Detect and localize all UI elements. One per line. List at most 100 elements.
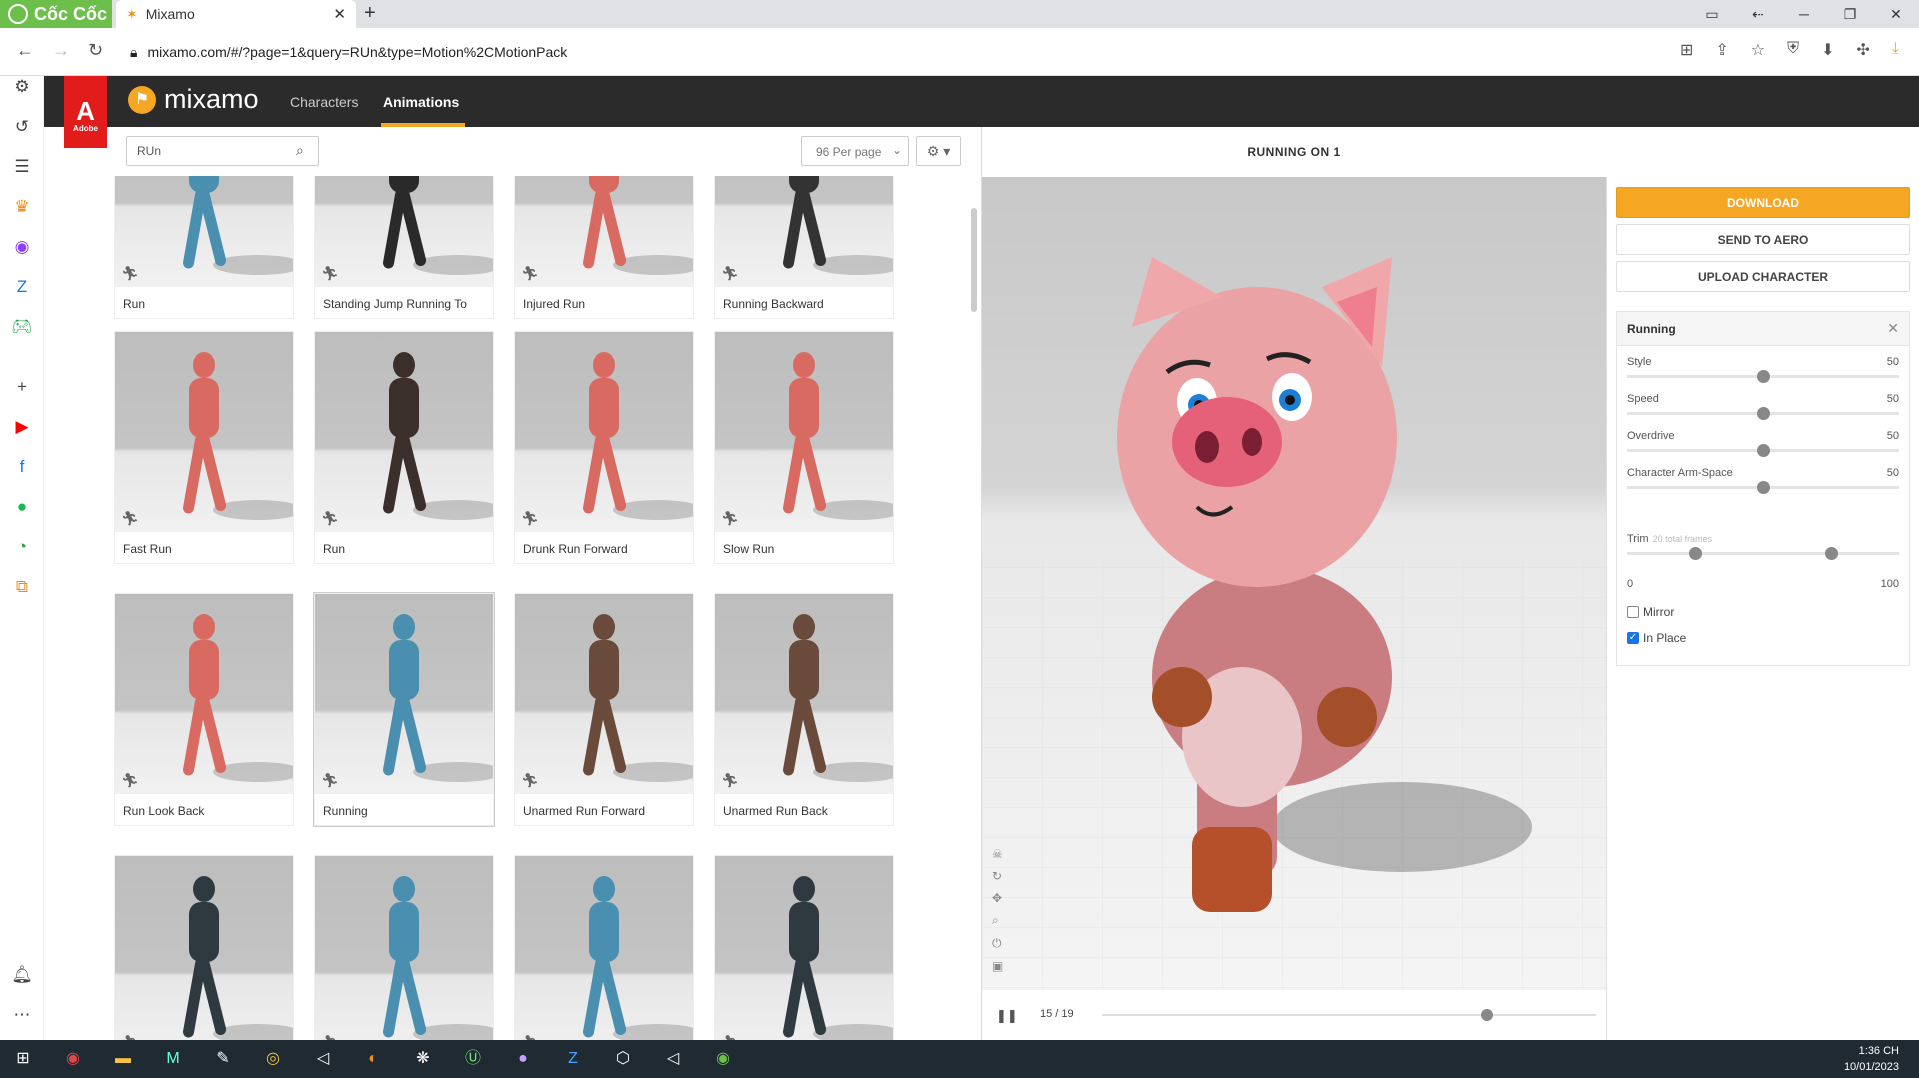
mixamo-logo[interactable]: ⚑ mixamo <box>128 84 259 115</box>
zalo-taskbar-icon[interactable]: Z <box>562 1048 584 1070</box>
app-icon-m[interactable]: M <box>162 1048 184 1070</box>
translate-icon[interactable]: ⊞ <box>1680 40 1693 60</box>
app-icon-cube[interactable]: ⬡ <box>612 1048 634 1070</box>
extensions-icon[interactable]: ✣ <box>1857 40 1870 60</box>
coccoc-taskbar-icon[interactable]: ◉ <box>712 1048 734 1070</box>
trim-start-handle[interactable] <box>1689 547 1702 560</box>
slider-knob[interactable] <box>1757 407 1770 420</box>
pan-icon[interactable]: ✥ <box>992 891 1003 905</box>
download-button[interactable]: DOWNLOAD <box>1616 187 1910 218</box>
animation-card[interactable]: 🏃︎ Running <box>314 593 494 826</box>
pause-icon[interactable]: ❚❚ <box>996 1008 1018 1024</box>
blender-icon[interactable]: ◐ <box>362 1048 384 1070</box>
game-icon[interactable]: 🎮︎ <box>11 316 33 338</box>
grid-settings-button[interactable]: ⚙ ▾ <box>916 136 961 166</box>
timeline-scrubber[interactable] <box>1481 1009 1494 1021</box>
add-icon[interactable]: + <box>11 376 33 398</box>
more-icon[interactable]: ⋯ <box>11 1004 33 1026</box>
grid-scrollbar[interactable] <box>971 208 977 312</box>
trim-end-handle[interactable] <box>1825 547 1838 560</box>
restore-icon[interactable]: ❐ <box>1827 0 1873 28</box>
unity-hub-icon[interactable]: ◁ <box>662 1048 684 1070</box>
nav-animations[interactable]: Animations <box>383 94 459 110</box>
send-to-aero-button[interactable]: SEND TO AERO <box>1616 224 1910 255</box>
messenger-icon[interactable]: ◉ <box>11 236 33 258</box>
minimize-icon[interactable]: ─ <box>1781 0 1827 28</box>
animation-card[interactable]: 🏃︎ <box>514 855 694 1040</box>
notification-bell-icon[interactable]: 🔔︎ <box>11 964 33 986</box>
downloads-icon[interactable]: ⤓ <box>1892 40 1899 60</box>
windows-start-icon[interactable]: ⊞ <box>12 1048 34 1070</box>
close-tab-icon[interactable]: ✕ <box>333 5 346 23</box>
new-tab-icon[interactable]: + <box>364 2 376 25</box>
param-speed-slider[interactable]: Speed 50 <box>1627 393 1899 433</box>
system-clock[interactable]: 1:36 CH 10/01/2023 <box>1844 1043 1899 1075</box>
trim-track[interactable] <box>1627 552 1899 555</box>
search-icon[interactable]: ⌕ <box>296 142 304 159</box>
tab-search-icon[interactable]: ▭ <box>1689 0 1735 28</box>
param-overdrive-slider[interactable]: Overdrive 50 <box>1627 430 1899 470</box>
zalo-icon[interactable]: Z <box>11 276 33 298</box>
slider-knob[interactable] <box>1757 370 1770 383</box>
timeline-track[interactable] <box>1102 1014 1596 1016</box>
animation-card[interactable]: 🏃︎ <box>314 855 494 1040</box>
save-video-icon[interactable]: ⬇ <box>1821 40 1834 60</box>
slider-knob[interactable] <box>1757 481 1770 494</box>
upload-character-button[interactable]: UPLOAD CHARACTER <box>1616 261 1910 292</box>
url-field[interactable]: 🔒︎ mixamo.com/#/?page=1&query=RUn&type=M… <box>130 38 567 66</box>
zoom-icon[interactable]: ⌕ <box>992 913 1003 928</box>
settings-gear-icon[interactable]: ⚙ <box>11 76 33 98</box>
bookmark-star-icon[interactable]: ☆ <box>1751 40 1765 60</box>
camera-icon[interactable]: ▣ <box>992 959 1003 973</box>
rotate-icon[interactable]: ↻ <box>992 869 1003 883</box>
youtube-icon[interactable]: ▶ <box>11 416 33 438</box>
animation-card[interactable]: 🏃︎ Injured Run <box>514 176 694 319</box>
reading-list-icon[interactable]: ☰ <box>11 156 33 178</box>
app-icon-u[interactable]: Ⓤ <box>462 1048 484 1070</box>
facebook-icon[interactable]: f <box>11 456 33 478</box>
animation-card[interactable]: 🏃︎ Run Look Back <box>114 593 294 826</box>
close-icon[interactable]: ✕ <box>1887 320 1899 337</box>
param-character-arm-space-slider[interactable]: Character Arm-Space 50 <box>1627 467 1899 507</box>
unity-icon[interactable]: ◁ <box>312 1048 334 1070</box>
chrome-icon[interactable]: ◎ <box>262 1048 284 1070</box>
mirror-checkbox[interactable]: Mirror <box>1627 605 1674 619</box>
animation-card[interactable]: 🏃︎ Slow Run <box>714 331 894 564</box>
param-style-slider[interactable]: Style 50 <box>1627 356 1899 396</box>
shopping-icon[interactable]: ⧉ <box>11 576 33 598</box>
animation-card[interactable]: 🏃︎ Run <box>314 331 494 564</box>
animation-card[interactable]: 🏃︎ Running Backward <box>714 176 894 319</box>
history-icon[interactable]: ↺ <box>11 116 33 138</box>
animation-card[interactable]: 🏃︎ Fast Run <box>114 331 294 564</box>
chat-icon[interactable]: ◔ <box>11 536 33 558</box>
animation-card[interactable]: 🏃︎ <box>714 855 894 1040</box>
crown-icon[interactable]: ♛ <box>11 196 33 218</box>
forward-icon[interactable]: → <box>52 40 70 61</box>
github-icon[interactable]: ● <box>512 1048 534 1070</box>
app-icon-red[interactable]: ◉ <box>62 1048 84 1070</box>
nav-characters[interactable]: Characters <box>290 94 358 110</box>
share-icon[interactable]: ⇪ <box>1715 40 1728 60</box>
per-page-select[interactable]: 96 Per page ⌄ <box>801 136 909 166</box>
animation-card[interactable]: 🏃︎ Standing Jump Running To <box>314 176 494 319</box>
animation-card[interactable]: 🏃︎ Unarmed Run Forward <box>514 593 694 826</box>
file-explorer-icon[interactable]: ▬ <box>112 1048 134 1070</box>
undo-close-icon[interactable]: ⇠ <box>1735 0 1781 28</box>
slider-knob[interactable] <box>1757 444 1770 457</box>
skeleton-icon[interactable]: ☠ <box>992 847 1003 861</box>
adobe-logo[interactable]: A Adobe <box>64 76 107 148</box>
browser-tab[interactable]: ✶ Mixamo ✕ <box>116 0 356 28</box>
search-input[interactable] <box>126 136 319 166</box>
close-window-icon[interactable]: ✕ <box>1873 0 1919 28</box>
animation-card[interactable]: 🏃︎ Run <box>114 176 294 319</box>
spotify-icon[interactable]: ● <box>11 496 33 518</box>
app-icon-paint[interactable]: ✎ <box>212 1048 234 1070</box>
reset-view-icon[interactable]: ⏻ <box>992 936 1003 951</box>
in-place-box[interactable]: ✓ <box>1627 632 1639 644</box>
reload-icon[interactable]: ↻ <box>88 40 103 61</box>
in-place-checkbox[interactable]: ✓ In Place <box>1627 631 1686 645</box>
trim-slider[interactable]: Trim 20 total frames <box>1627 533 1899 573</box>
browser-brand[interactable]: Cốc Cốc <box>0 0 112 28</box>
animation-card[interactable]: 🏃︎ <box>114 855 294 1040</box>
mirror-box[interactable] <box>1627 606 1639 618</box>
